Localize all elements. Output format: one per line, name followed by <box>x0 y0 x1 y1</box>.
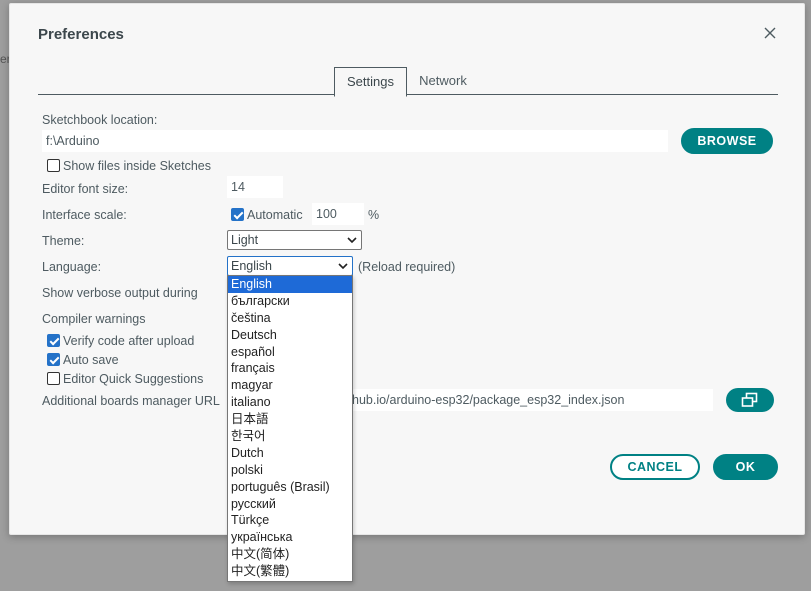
interface-scale-input[interactable]: 100 <box>312 203 364 225</box>
editor-font-size-input[interactable]: 14 <box>227 176 283 198</box>
language-option[interactable]: 中文(简体) <box>228 546 352 563</box>
language-option[interactable]: Deutsch <box>228 327 352 344</box>
tab-network[interactable]: Network <box>410 67 476 94</box>
language-option[interactable]: Türkçe <box>228 512 352 529</box>
language-option[interactable]: polski <box>228 462 352 479</box>
language-option[interactable]: čeština <box>228 310 352 327</box>
language-dropdown-list: English български čeština Deutsch españo… <box>227 275 353 582</box>
auto-save-checkbox[interactable] <box>47 353 60 366</box>
language-option[interactable]: 한국어 <box>228 428 352 445</box>
language-option[interactable]: français <box>228 360 352 377</box>
boards-manager-label: Additional boards manager URL <box>42 394 220 408</box>
theme-select[interactable]: Light <box>227 230 362 250</box>
automatic-scale-checkbox[interactable] <box>231 208 244 221</box>
quick-suggestions-checkbox[interactable] <box>47 372 60 385</box>
theme-label: Theme: <box>42 234 85 248</box>
auto-save-label: Auto save <box>63 353 119 367</box>
language-option[interactable]: português (Brasil) <box>228 479 352 496</box>
quick-suggestions-label: Editor Quick Suggestions <box>63 372 204 386</box>
tabs-divider <box>38 94 778 95</box>
language-label: Language: <box>42 260 102 274</box>
verify-after-upload-label: Verify code after upload <box>63 334 195 348</box>
language-option[interactable]: 中文(繁體) <box>228 563 352 580</box>
language-option[interactable]: 日本語 <box>228 411 352 428</box>
show-files-label: Show files inside Sketches <box>63 159 211 173</box>
dialog-title: Preferences <box>38 26 124 43</box>
preferences-dialog: Preferences Settings Network Sketchbook … <box>9 3 805 535</box>
language-option[interactable]: български <box>228 293 352 310</box>
compiler-warnings-label: Compiler warnings <box>42 312 146 326</box>
language-select[interactable]: English <box>227 256 353 276</box>
language-option[interactable]: українська <box>228 529 352 546</box>
browse-button[interactable]: BROWSE <box>681 128 773 154</box>
language-select-value: English <box>231 259 272 273</box>
language-option[interactable]: Dutch <box>228 445 352 462</box>
verify-after-upload-checkbox[interactable] <box>47 334 60 347</box>
editor-font-size-label: Editor font size: <box>42 182 129 196</box>
sketchbook-location-label: Sketchbook location: <box>42 113 158 127</box>
tab-settings[interactable]: Settings <box>334 67 407 97</box>
chevron-down-icon <box>338 263 348 270</box>
language-option[interactable]: русский <box>228 496 352 513</box>
language-option[interactable]: español <box>228 344 352 361</box>
scale-percent-unit: % <box>368 208 380 222</box>
background-text-fragment: er <box>0 52 9 66</box>
cancel-button[interactable]: CANCEL <box>610 454 700 480</box>
language-option[interactable]: English <box>228 276 352 293</box>
automatic-scale-label: Automatic <box>247 208 303 222</box>
boards-manager-url-input[interactable]: hub.io/arduino-esp32/package_esp32_index… <box>346 389 713 411</box>
open-urls-button[interactable] <box>726 388 774 412</box>
interface-scale-label: Interface scale: <box>42 208 127 222</box>
close-icon[interactable] <box>761 24 779 42</box>
show-files-checkbox[interactable] <box>47 159 60 172</box>
language-option[interactable]: italiano <box>228 394 352 411</box>
chevron-down-icon <box>347 237 357 244</box>
open-window-icon <box>741 392 758 407</box>
ok-button[interactable]: OK <box>713 454 778 480</box>
sketchbook-location-input[interactable]: f:\Arduino <box>42 130 668 152</box>
verbose-output-label: Show verbose output during <box>42 286 198 300</box>
reload-required-note: (Reload required) <box>358 260 456 274</box>
theme-select-value: Light <box>231 233 259 247</box>
language-option[interactable]: magyar <box>228 377 352 394</box>
